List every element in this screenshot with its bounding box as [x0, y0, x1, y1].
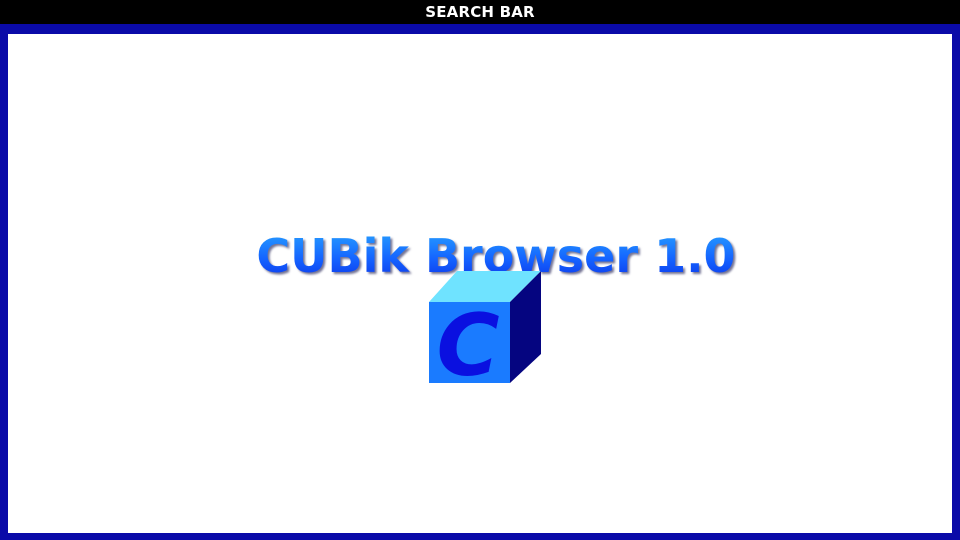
logo-letter: C	[436, 296, 499, 386]
search-bar-label[interactable]: SEARCH BAR	[425, 3, 535, 21]
search-bar[interactable]: SEARCH BAR	[0, 0, 960, 24]
cube-logo-icon: C	[429, 271, 541, 386]
